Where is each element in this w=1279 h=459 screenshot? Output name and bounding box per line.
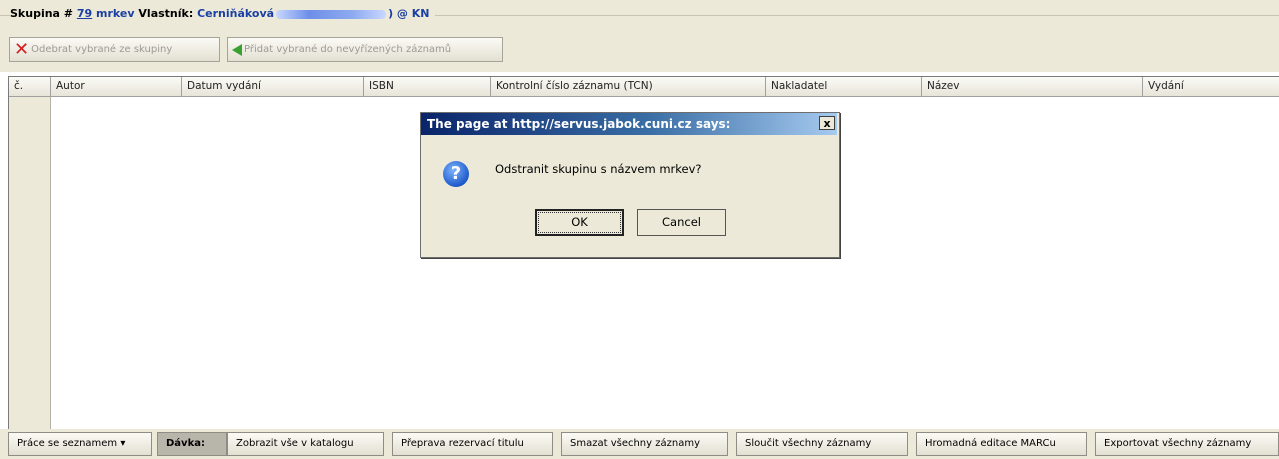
- confirm-dialog: The page at http://servus.jabok.cuni.cz …: [420, 112, 840, 258]
- dialog-message: Odstranit skupinu s názvem mrkev?: [495, 162, 702, 176]
- group-label: Skupina #: [10, 7, 74, 20]
- group-header: Skupina # 79 mrkev Vlastník: Cerniňáková…: [0, 0, 1279, 30]
- batch-label: Dávka:: [157, 432, 227, 456]
- show-all-in-catalog-button[interactable]: Zobrazit vše v katalogu: [227, 432, 384, 456]
- dialog-titlebar: The page at http://servus.jabok.cuni.cz …: [421, 113, 837, 135]
- group-name: mrkev: [96, 7, 135, 20]
- column-author[interactable]: Autor: [51, 77, 182, 96]
- dialog-close-button[interactable]: x: [819, 116, 835, 130]
- arrow-left-icon: [232, 43, 242, 56]
- add-to-pending-button[interactable]: Přidat vybrané do nevyřízených záznamů: [227, 37, 503, 62]
- cancel-button[interactable]: Cancel: [637, 209, 726, 236]
- delete-all-records-button[interactable]: Smazat všechny záznamy: [561, 432, 728, 456]
- column-publication-date[interactable]: Datum vydání: [182, 77, 364, 96]
- column-edition[interactable]: Vydání: [1143, 77, 1279, 96]
- table-header: č. Autor Datum vydání ISBN Kontrolní čís…: [9, 77, 1279, 97]
- column-number[interactable]: č.: [9, 77, 51, 96]
- dialog-title: The page at http://servus.jabok.cuni.cz …: [427, 117, 731, 131]
- row-number-column: [9, 97, 51, 429]
- x-icon: ✕: [14, 38, 30, 60]
- group-info: Skupina # 79 mrkev Vlastník: Cerniňáková…: [10, 7, 436, 20]
- export-all-records-button[interactable]: Exportovat všechny záznamy: [1095, 432, 1279, 456]
- redacted-owner-info: [276, 9, 387, 19]
- group-number-link[interactable]: 79: [77, 7, 92, 20]
- ok-button[interactable]: OK: [535, 209, 624, 236]
- bottom-toolbar: Práce se seznamem ▾ Dávka: Zobrazit vše …: [0, 429, 1279, 459]
- remove-label: Odebrat vybrané ze skupiny: [31, 44, 173, 55]
- owner-label: Vlastník:: [138, 7, 194, 20]
- column-isbn[interactable]: ISBN: [364, 77, 491, 96]
- column-tcn[interactable]: Kontrolní číslo záznamu (TCN): [491, 77, 766, 96]
- list-work-menu[interactable]: Práce se seznamem ▾: [8, 432, 152, 456]
- question-icon: ?: [443, 161, 469, 187]
- column-title[interactable]: Název: [922, 77, 1143, 96]
- column-publisher[interactable]: Nakladatel: [766, 77, 922, 96]
- batch-marc-edit-button[interactable]: Hromadná editace MARCu: [916, 432, 1087, 456]
- owner-name: Cerniňáková: [197, 7, 275, 20]
- transfer-reservations-button[interactable]: Přeprava rezervací titulu: [392, 432, 553, 456]
- owner-suffix: ) @ KN: [388, 7, 430, 20]
- merge-all-records-button[interactable]: Sloučit všechny záznamy: [736, 432, 908, 456]
- action-toolbar: ✕ Odebrat vybrané ze skupiny Přidat vybr…: [0, 30, 1279, 72]
- remove-from-group-button[interactable]: ✕ Odebrat vybrané ze skupiny: [9, 37, 220, 62]
- add-label: Přidat vybrané do nevyřízených záznamů: [244, 44, 452, 55]
